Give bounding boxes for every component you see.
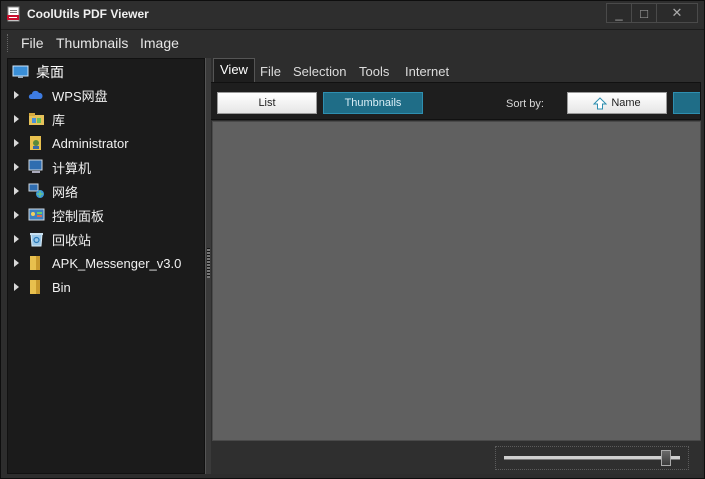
sort-by-label: Sort by: bbox=[506, 98, 544, 110]
pdf-app-icon bbox=[7, 6, 20, 22]
tree-root-label: 桌面 bbox=[36, 64, 64, 80]
tree-item-label: 网络 bbox=[52, 184, 79, 200]
tree-item-administrator[interactable]: Administrator bbox=[14, 133, 129, 153]
user-folder-icon bbox=[30, 136, 41, 150]
tree-item-label: 控制面板 bbox=[52, 208, 105, 224]
thumbnails-view-button[interactable]: Thumbnails bbox=[323, 92, 423, 114]
computer-icon bbox=[28, 159, 43, 173]
tree-item-computer[interactable]: 计算机 bbox=[14, 157, 91, 177]
expand-arrow-icon[interactable] bbox=[14, 235, 19, 243]
tree-item-label: 库 bbox=[52, 112, 66, 128]
expand-arrow-icon[interactable] bbox=[14, 163, 19, 171]
tree-item-label: Bin bbox=[52, 279, 71, 295]
ribbon-tabs: View File Selection Tools Internet bbox=[211, 58, 702, 83]
tree-item-recycle-bin[interactable]: 回收站 bbox=[14, 229, 91, 249]
tree-item-network[interactable]: 网络 bbox=[14, 181, 78, 201]
maximize-button[interactable]: □ bbox=[632, 3, 657, 23]
zoom-slider-thumb[interactable] bbox=[660, 450, 671, 466]
sort-name-button[interactable]: Name bbox=[567, 92, 667, 114]
menu-file[interactable]: File bbox=[21, 35, 44, 51]
sort-up-arrow-icon bbox=[593, 96, 608, 109]
tree-item-label: 计算机 bbox=[52, 160, 92, 176]
folder-icon bbox=[30, 256, 40, 270]
view-toolbar: List Thumbnails Sort by: Name bbox=[211, 82, 701, 120]
window-title: CoolUtils PDF Viewer bbox=[27, 7, 149, 21]
menu-grip bbox=[7, 34, 10, 52]
menu-image[interactable]: Image bbox=[140, 35, 179, 51]
status-bar bbox=[211, 441, 702, 474]
viewer-panel: View File Selection Tools Internet List … bbox=[211, 58, 702, 474]
control-panel-icon bbox=[28, 208, 45, 221]
tree-item-label: 回收站 bbox=[52, 232, 92, 248]
tree-item-label: APK_Messenger_v3.0 bbox=[52, 255, 182, 271]
sort-option-button[interactable] bbox=[673, 92, 700, 114]
list-view-button[interactable]: List bbox=[217, 92, 317, 114]
tree-item-label: WPS网盘 bbox=[52, 88, 108, 104]
minimize-button[interactable]: _ bbox=[606, 3, 632, 23]
folder-tree[interactable]: 桌面 WPS网盘 库 Administrator 计算机 网络 控制面板 回收站… bbox=[7, 58, 205, 474]
tab-tools[interactable]: Tools bbox=[359, 62, 389, 82]
menu-thumbnails[interactable]: Thumbnails bbox=[56, 35, 128, 51]
folder-icon bbox=[30, 280, 40, 294]
tree-item-control-panel[interactable]: 控制面板 bbox=[14, 205, 104, 225]
network-icon bbox=[28, 183, 44, 198]
expand-arrow-icon[interactable] bbox=[14, 259, 19, 267]
cloud-icon bbox=[28, 90, 43, 99]
zoom-slider[interactable] bbox=[495, 446, 689, 470]
tab-selection[interactable]: Selection bbox=[293, 62, 346, 82]
tree-item-library[interactable]: 库 bbox=[14, 109, 65, 129]
desktop-icon bbox=[12, 65, 29, 78]
title-bar[interactable]: CoolUtils PDF Viewer _ □ ✕ bbox=[1, 1, 704, 27]
library-folder-icon bbox=[29, 113, 44, 125]
splitter-grip-icon[interactable] bbox=[207, 248, 210, 278]
zoom-slider-track[interactable] bbox=[504, 456, 680, 460]
tree-item-bin[interactable]: Bin bbox=[14, 277, 71, 297]
expand-arrow-icon[interactable] bbox=[14, 115, 19, 123]
expand-arrow-icon[interactable] bbox=[14, 139, 19, 147]
window-controls: _ □ ✕ bbox=[606, 3, 698, 23]
thumbnail-area[interactable] bbox=[212, 121, 701, 441]
menu-bar: File Thumbnails Image bbox=[1, 29, 704, 56]
expand-arrow-icon[interactable] bbox=[14, 283, 19, 291]
close-button[interactable]: ✕ bbox=[657, 3, 698, 23]
expand-arrow-icon[interactable] bbox=[14, 211, 19, 219]
expand-arrow-icon[interactable] bbox=[14, 187, 19, 195]
tree-item-label: Administrator bbox=[52, 135, 129, 151]
recycle-bin-icon bbox=[30, 233, 43, 247]
expand-arrow-icon[interactable] bbox=[14, 91, 19, 99]
tab-view[interactable]: View bbox=[213, 58, 255, 83]
sort-name-label: Name bbox=[611, 97, 641, 109]
tree-item-wps[interactable]: WPS网盘 bbox=[14, 85, 108, 105]
tab-file[interactable]: File bbox=[260, 62, 281, 82]
app-window: CoolUtils PDF Viewer _ □ ✕ File Thumbnai… bbox=[0, 0, 705, 479]
tab-internet[interactable]: Internet bbox=[405, 62, 449, 82]
tree-item-apk-messenger[interactable]: APK_Messenger_v3.0 bbox=[14, 253, 181, 273]
tree-root-desktop[interactable]: 桌面 bbox=[12, 63, 64, 81]
